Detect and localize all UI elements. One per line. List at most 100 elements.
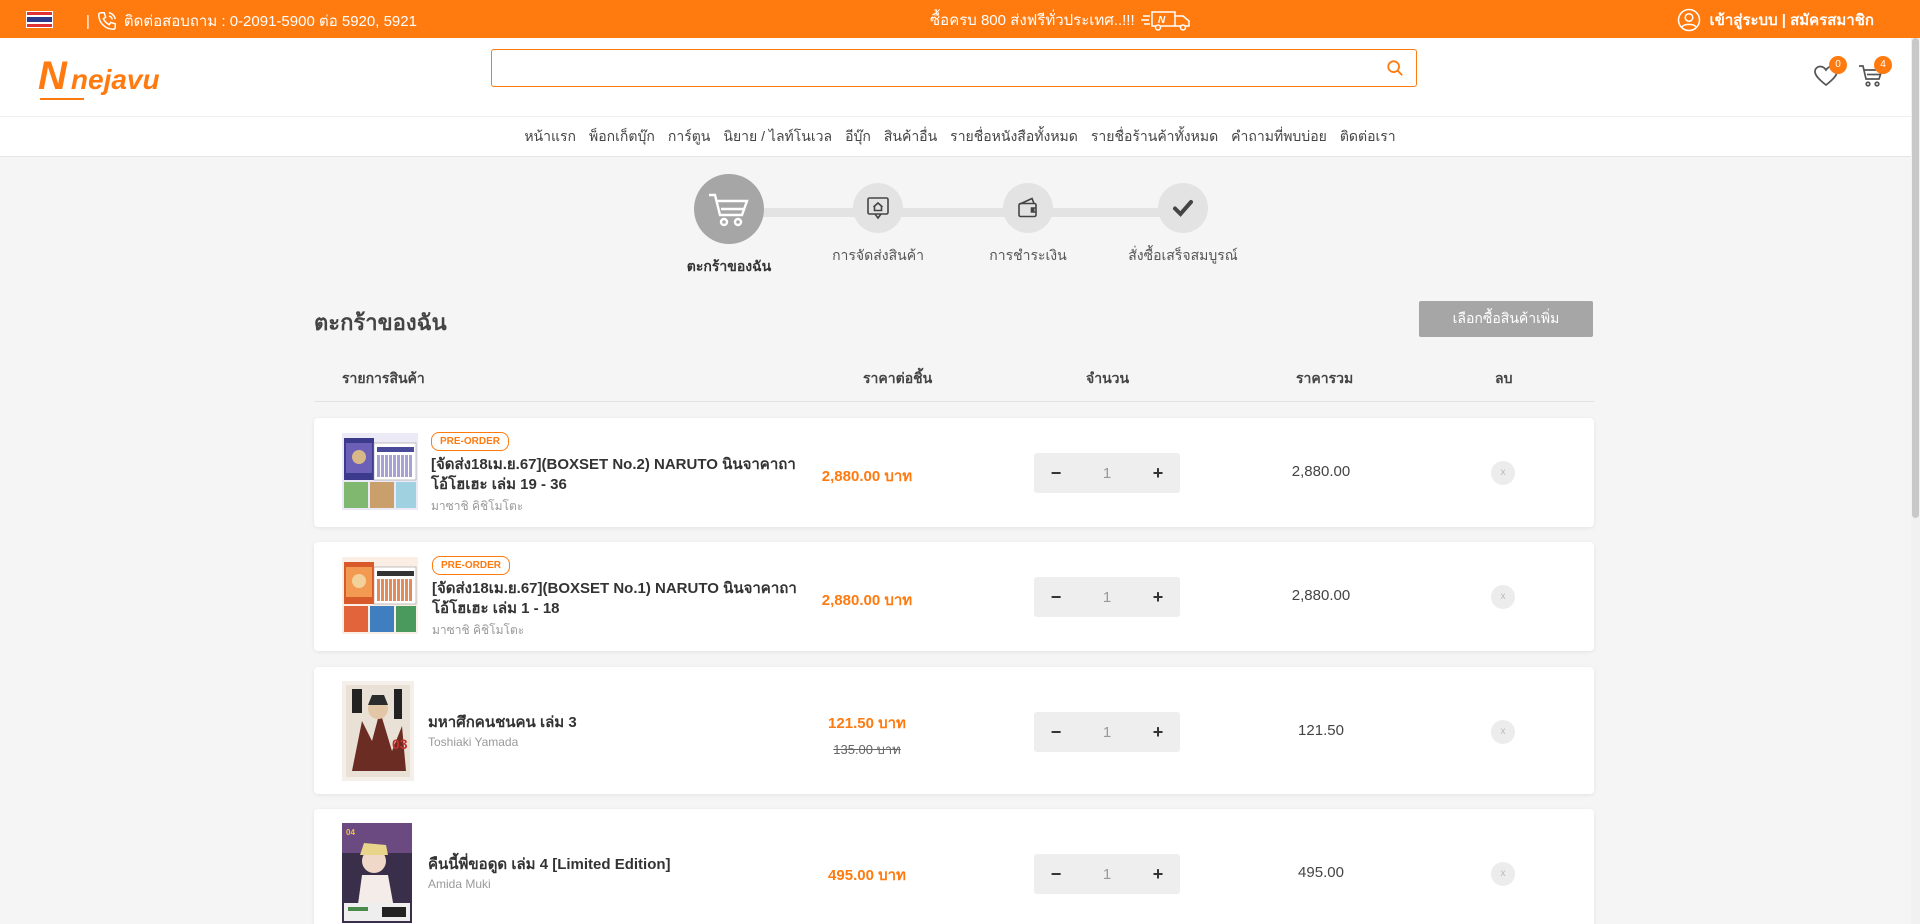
quantity-value[interactable]: 1: [1103, 589, 1111, 606]
line-total: 2,880.00: [1291, 463, 1351, 480]
unit-price: 121.50 บาท 135.00 บาท: [812, 711, 922, 760]
continue-shopping-button[interactable]: เลือกซื้อสินค้าเพิ่ม: [1419, 301, 1593, 337]
promo-text: ซื้อครบ 800 ส่งฟรีทั่วประเทศ..!!!: [930, 12, 1135, 29]
page-title: ตะกร้าของฉัน: [314, 310, 447, 335]
cart-button[interactable]: 4: [1858, 56, 1892, 88]
product-author: มาซาชิ คิชิโมโตะ: [432, 623, 525, 637]
product-title[interactable]: คืนนี้พี่ขอดูด เล่ม 4 [Limited Edition]: [428, 855, 671, 875]
product-image[interactable]: [342, 433, 418, 510]
logo-text: nejavu: [70, 64, 160, 95]
login-register-link[interactable]: เข้าสู่ระบบ | สมัครสมาชิก: [1677, 8, 1874, 32]
column-header-item: รายการสินค้า: [342, 370, 425, 386]
line-total: 121.50: [1298, 722, 1344, 739]
nav-item-novels[interactable]: นิยาย / ไลท์โนเวล: [723, 126, 832, 148]
step-complete: สั่งซื้อเสร็จสมบูรณ์: [1118, 183, 1248, 267]
remove-item-button[interactable]: x: [1491, 585, 1515, 609]
product-title-line: [จัดส่ง18เม.ย.67](BOXSET No.1) NARUTO นิ…: [432, 580, 797, 597]
user-icon: [1678, 8, 1701, 32]
svg-text:N: N: [1158, 15, 1166, 26]
product-image[interactable]: 04: [342, 823, 412, 923]
increase-qty-button[interactable]: +: [1146, 722, 1170, 743]
step-label: การชำระเงิน: [989, 247, 1067, 263]
naruto-boxset-2-cover: [342, 433, 418, 510]
nav-item-home[interactable]: หน้าแรก: [524, 126, 576, 148]
nav-item-comics[interactable]: การ์ตูน: [668, 126, 711, 148]
step-payment: การชำระเงิน: [968, 183, 1088, 267]
svg-text:04: 04: [346, 828, 355, 837]
original-price: 135.00 บาท: [833, 742, 901, 757]
cart-table-header: รายการสินค้า ราคาต่อชิ้น จำนวน ราคารวม ล…: [314, 364, 1594, 402]
column-header-total: ราคารวม: [1296, 370, 1354, 386]
thai-flag-icon[interactable]: [26, 11, 53, 28]
increase-qty-button[interactable]: +: [1146, 864, 1170, 885]
unit-price-value: 495.00 บาท: [828, 867, 906, 884]
step-circle: [694, 174, 764, 244]
product-title[interactable]: มหาศึกคนชนคน เล่ม 3: [428, 713, 577, 733]
decrease-qty-button[interactable]: −: [1044, 587, 1068, 608]
column-header-delete: ลบ: [1495, 370, 1513, 386]
unit-price: 495.00 บาท: [812, 863, 922, 887]
main-nav: หน้าแรก พ็อกเก็ตบุ๊ก การ์ตูน นิยาย / ไลท…: [0, 116, 1920, 157]
increase-qty-button[interactable]: +: [1146, 587, 1170, 608]
top-bar: | ติดต่อสอบถาม : 0-2091-5900 ต่อ 5920, 5…: [0, 0, 1920, 38]
wishlist-button[interactable]: 0: [1813, 56, 1847, 88]
step-cart: ตะกร้าของฉัน: [669, 174, 789, 278]
step-circle: [1003, 183, 1053, 233]
remove-item-button[interactable]: x: [1491, 862, 1515, 886]
manga-cover: 04: [342, 823, 412, 923]
contact-text: ติดต่อสอบถาม : 0-2091-5900 ต่อ 5920, 592…: [123, 13, 417, 30]
scrollbar-thumb[interactable]: [1912, 38, 1919, 518]
product-title-line: คืนนี้พี่ขอดูด เล่ม 4 [Limited Edition]: [428, 856, 671, 873]
product-info: คืนนี้พี่ขอดูด เล่ม 4 [Limited Edition] …: [428, 851, 671, 891]
step-delivery: การจัดส่งสินค้า: [818, 183, 938, 267]
column-header-unit-price: ราคาต่อชิ้น: [863, 370, 933, 386]
quantity-value[interactable]: 1: [1103, 465, 1111, 482]
product-info: PRE-ORDER [จัดส่ง18เม.ย.67](BOXSET No.1)…: [432, 555, 797, 640]
naruto-boxset-1-cover: [342, 557, 418, 634]
logo-underline: [40, 98, 84, 100]
product-title[interactable]: [จัดส่ง18เม.ย.67](BOXSET No.2) NARUTO นิ…: [431, 455, 796, 495]
cart-item-row: PRE-ORDER [จัดส่ง18เม.ย.67](BOXSET No.2)…: [314, 418, 1594, 527]
increase-qty-button[interactable]: +: [1146, 463, 1170, 484]
search-input[interactable]: [492, 50, 1416, 86]
header: N nejavu 0 4: [0, 38, 1920, 116]
product-image[interactable]: [342, 557, 418, 634]
remove-item-button[interactable]: x: [1491, 461, 1515, 485]
quantity-value[interactable]: 1: [1103, 866, 1111, 883]
quantity-stepper: − 1 +: [1034, 453, 1180, 493]
step-circle: [1158, 183, 1208, 233]
nav-item-all-stores[interactable]: รายชื่อร้านค้าทั้งหมด: [1091, 126, 1218, 148]
free-shipping-promo: ซื้อครบ 800 ส่งฟรีทั่วประเทศ..!!! N: [930, 8, 1193, 32]
nav-item-ebooks[interactable]: อีบุ๊ก: [845, 126, 871, 148]
product-author: มาซาชิ คิชิโมโตะ: [431, 499, 524, 513]
product-title[interactable]: [จัดส่ง18เม.ย.67](BOXSET No.1) NARUTO นิ…: [432, 579, 797, 619]
nav-item-faq[interactable]: คำถามที่พบบ่อย: [1231, 126, 1327, 148]
decrease-qty-button[interactable]: −: [1044, 864, 1068, 885]
nav-item-contact[interactable]: ติดต่อเรา: [1340, 126, 1396, 148]
product-image[interactable]: 03: [342, 681, 414, 781]
account-text[interactable]: เข้าสู่ระบบ | สมัครสมาชิก: [1709, 8, 1874, 32]
product-title-line: มหาศึกคนชนคน เล่ม 3: [428, 714, 577, 731]
contact-info: | ติดต่อสอบถาม : 0-2091-5900 ต่อ 5920, 5…: [86, 9, 417, 33]
nav-item-other-products[interactable]: สินค้าอื่น: [884, 126, 937, 148]
quantity-value[interactable]: 1: [1103, 724, 1111, 741]
scrollbar[interactable]: [1911, 38, 1920, 924]
manga-cover: 03: [342, 681, 414, 781]
decrease-qty-button[interactable]: −: [1044, 722, 1068, 743]
svg-text:03: 03: [392, 736, 408, 752]
cart-item-row: PRE-ORDER [จัดส่ง18เม.ย.67](BOXSET No.1)…: [314, 542, 1594, 651]
site-logo[interactable]: N nejavu: [38, 56, 160, 100]
remove-item-button[interactable]: x: [1491, 720, 1515, 744]
step-circle: [853, 183, 903, 233]
decrease-qty-button[interactable]: −: [1044, 463, 1068, 484]
nav-item-pocketbook[interactable]: พ็อกเก็ตบุ๊ก: [589, 126, 655, 148]
quantity-stepper: − 1 +: [1034, 854, 1180, 894]
wallet-icon: [1018, 197, 1037, 218]
step-label: การจัดส่งสินค้า: [832, 247, 924, 263]
product-title-line: โอ้โฮเฮะ เล่ม 1 - 18: [432, 600, 560, 617]
search-icon[interactable]: [1386, 59, 1404, 77]
cart-item-row: 04 คืนนี้พี่ขอดูด เล่ม 4 [Limited Editio…: [314, 809, 1594, 924]
search-box: [491, 49, 1417, 87]
wishlist-count-badge: 0: [1829, 56, 1847, 74]
nav-item-all-books[interactable]: รายชื่อหนังสือทั้งหมด: [950, 126, 1078, 148]
